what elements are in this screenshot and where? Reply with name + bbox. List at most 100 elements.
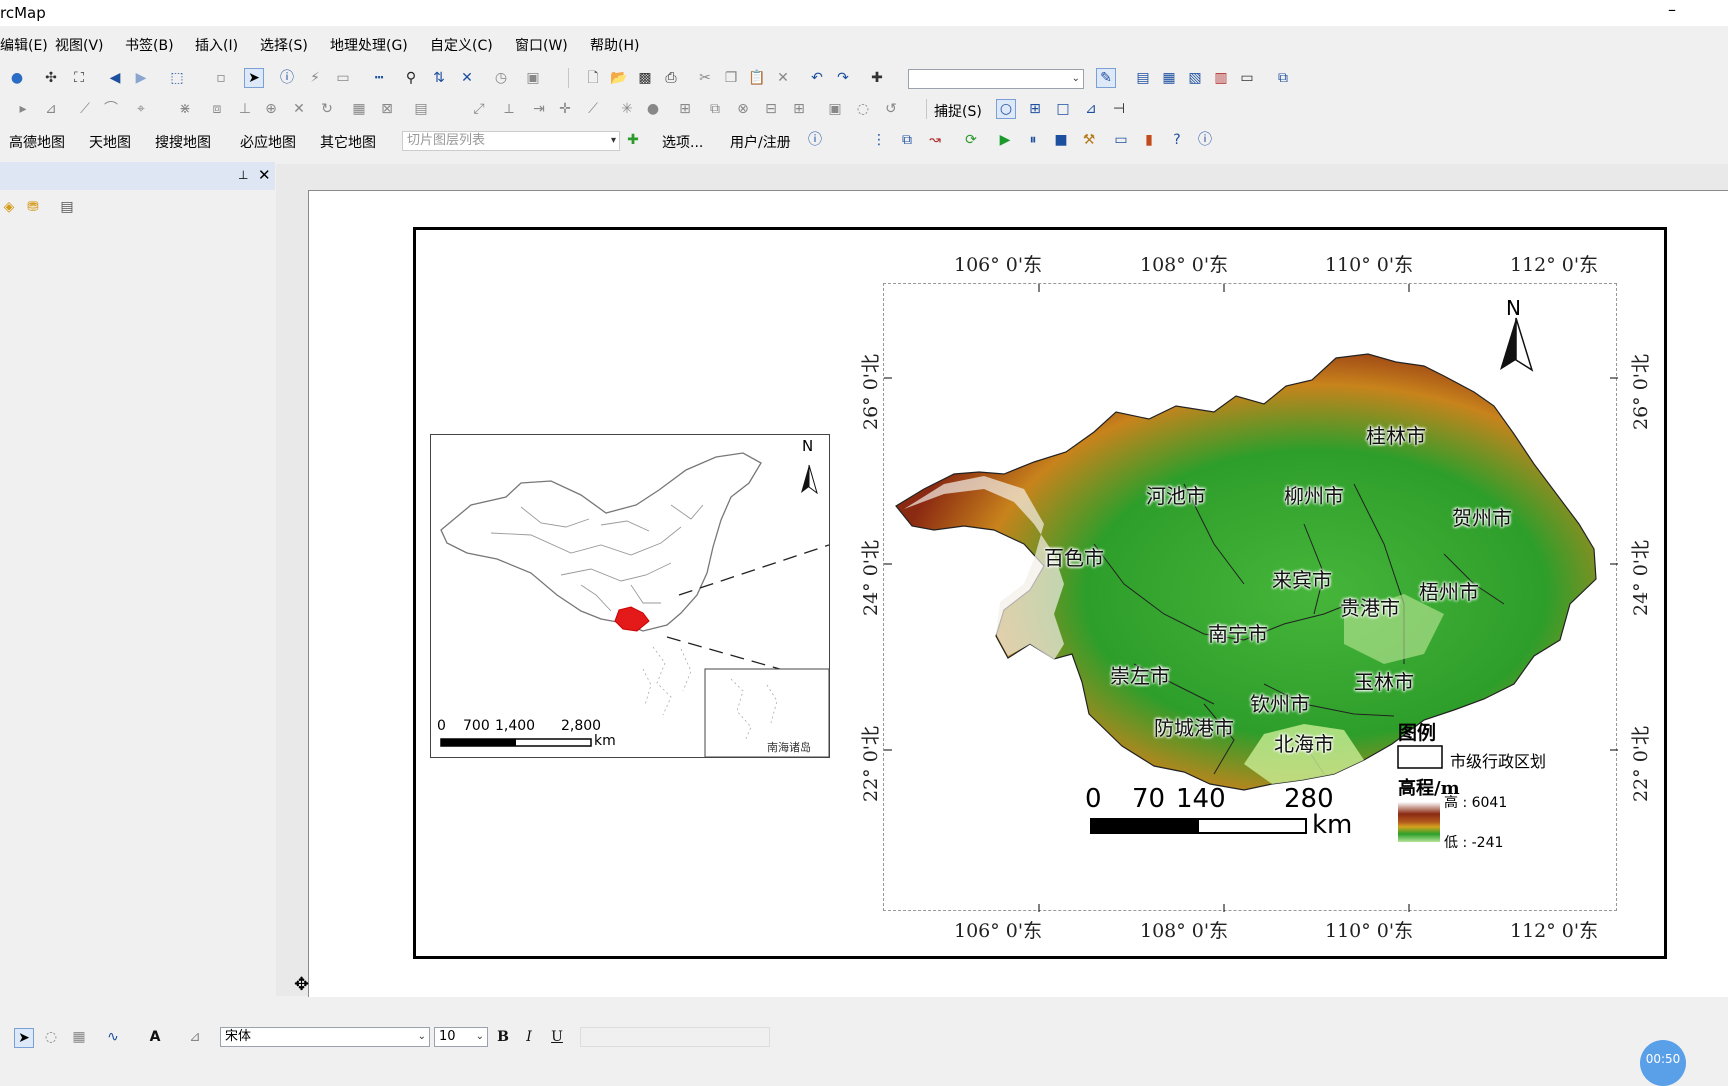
select-elements-icon[interactable]: ➤ <box>244 68 264 88</box>
undo-icon[interactable]: ↶ <box>808 69 826 87</box>
main-map-frame[interactable]: N 桂林市 河池市 柳州市 贺州市 百色市 来宾市 梧州市 贵港市 南宁市 崇左… <box>883 283 1618 912</box>
full-extent-icon[interactable]: ✣ <box>42 69 60 87</box>
menu-geoprocessing[interactable]: 地理处理(G) <box>330 35 408 55</box>
split-line-icon[interactable]: ✕ <box>290 100 308 118</box>
toolbox-icon[interactable]: ▥ <box>1212 69 1230 87</box>
straight-segment-icon[interactable]: ⟋ <box>76 100 94 118</box>
font-combo[interactable]: 宋体 ⌄ <box>220 1027 430 1047</box>
trim-icon[interactable]: ✛ <box>556 100 574 118</box>
menu-selection[interactable]: 选择(S) <box>260 35 308 55</box>
new-document-icon[interactable]: 🗋 <box>584 69 602 87</box>
snapping-menu[interactable]: 捕捉(S) <box>934 101 982 121</box>
hyperlink-icon[interactable]: ⚡ <box>306 69 324 87</box>
measure-icon[interactable]: ┅ <box>370 69 388 87</box>
refresh-icon[interactable]: ⟳ <box>962 131 980 149</box>
basemap-soso[interactable]: 搜搜地图 <box>155 132 211 152</box>
scale-combo[interactable]: ⌄ <box>908 69 1084 89</box>
edit-tool-icon[interactable]: ▸ <box>14 100 32 118</box>
snap-options-icon[interactable]: ⊣ <box>1110 100 1128 118</box>
buffer-icon[interactable]: ⊞ <box>676 100 694 118</box>
delete-icon[interactable]: ✕ <box>774 69 792 87</box>
construct-icon[interactable]: ⊞ <box>790 100 808 118</box>
menu-help[interactable]: 帮助(H) <box>590 35 639 55</box>
list-by-source-icon[interactable]: ⛃ <box>24 198 42 216</box>
create-features-icon[interactable]: ▤ <box>412 100 430 118</box>
sketch-properties-icon[interactable]: ⊠ <box>378 100 396 118</box>
extend-icon[interactable]: ⇥ <box>530 100 548 118</box>
route-icon[interactable]: ⇅ <box>430 69 448 87</box>
map-layout-frame[interactable]: N 0 700 1,400 2,800 km 南海诸岛 N 桂林市 河池市 柳州… <box>413 227 1667 959</box>
topology-icon[interactable]: ⋇ <box>176 100 194 118</box>
options-button[interactable]: 选项... <box>662 132 703 152</box>
fixed-zoom-icon[interactable]: ⛶ <box>70 69 88 87</box>
toc-window-icon[interactable]: ▤ <box>1134 69 1152 87</box>
select-features-icon[interactable]: ⬚ <box>168 69 186 87</box>
edit-vertices-icon[interactable]: ⊿ <box>186 1028 204 1046</box>
cut-polygon-icon[interactable]: ⊕ <box>262 100 280 118</box>
edge-snap-icon[interactable]: ⊿ <box>1082 100 1100 118</box>
underline-button[interactable]: U <box>548 1028 566 1046</box>
rotate-icon[interactable]: ↻ <box>318 100 336 118</box>
chart-icon[interactable]: ▮ <box>1140 131 1158 149</box>
forward-arrow-icon[interactable]: ▶ <box>132 69 150 87</box>
message-icon[interactable]: ▭ <box>1112 131 1130 149</box>
globe-icon[interactable]: ● <box>8 69 26 87</box>
menu-view[interactable]: 视图(V) <box>55 35 104 55</box>
help-icon[interactable]: ? <box>1168 131 1186 149</box>
split-icon[interactable]: ⊥ <box>236 100 254 118</box>
identify-icon[interactable]: ⓘ <box>278 69 296 87</box>
copy-parallel-icon[interactable]: ▣ <box>826 100 844 118</box>
list-by-drawing-order-icon[interactable]: ◈ <box>0 198 18 216</box>
arc-segment-icon[interactable]: ⌒ <box>102 100 120 118</box>
select-elements-draw-icon[interactable]: ➤ <box>14 1028 34 1048</box>
menu-bookmarks[interactable]: 书签(B) <box>125 35 174 55</box>
basemap-other[interactable]: 其它地图 <box>320 132 376 152</box>
time-slider-icon[interactable]: ◷ <box>492 69 510 87</box>
intersect-icon[interactable]: ⟋ <box>584 100 602 118</box>
explode-icon[interactable]: ◌ <box>854 100 872 118</box>
merge-icon[interactable]: ⧉ <box>706 100 724 118</box>
union-icon[interactable]: ⊗ <box>734 100 752 118</box>
catalog-icon[interactable]: ▦ <box>1160 69 1178 87</box>
italic-button[interactable]: I <box>520 1028 538 1046</box>
info-icon[interactable]: ⓘ <box>806 131 824 149</box>
rotate-element-icon[interactable]: ◌ <box>42 1028 60 1046</box>
point-snap-icon[interactable]: ○ <box>996 99 1016 119</box>
menu-insert[interactable]: 插入(I) <box>195 35 238 55</box>
reshape-icon[interactable]: ⧈ <box>208 100 226 118</box>
paste-icon[interactable]: 📋 <box>748 69 766 87</box>
goto-xy-icon[interactable]: ✕ <box>458 69 476 87</box>
print-icon[interactable]: ⎙ <box>662 69 680 87</box>
basemap-bing[interactable]: 必应地图 <box>240 132 296 152</box>
draw-line-icon[interactable]: ∿ <box>104 1028 122 1046</box>
circle-icon[interactable]: ● <box>644 100 662 118</box>
attributes-icon[interactable]: ▦ <box>350 100 368 118</box>
vertex-snap-icon[interactable]: □ <box>1054 100 1072 118</box>
user-register-button[interactable]: 用户/注册 <box>730 132 791 152</box>
generalize-icon[interactable]: ✳ <box>618 100 636 118</box>
add-data-icon[interactable]: ✚ <box>868 69 886 87</box>
text-tool-icon[interactable]: A <box>146 1028 164 1046</box>
close-icon[interactable]: ✕ <box>258 166 271 184</box>
basemap-gaode[interactable]: 高德地图 <box>9 132 65 152</box>
align-icon[interactable]: ⟂ <box>500 100 518 118</box>
clip-icon[interactable]: ⊟ <box>762 100 780 118</box>
menu-edit[interactable]: 编辑(E) <box>0 35 48 55</box>
clear-selection-icon[interactable]: ▫ <box>212 69 230 87</box>
add-tile-icon[interactable]: ✚ <box>624 131 642 149</box>
point-tool-icon[interactable]: ⌖ <box>132 100 150 118</box>
play-icon[interactable]: ▶ <box>996 131 1014 149</box>
cut-icon[interactable]: ✂ <box>696 69 714 87</box>
end-snap-icon[interactable]: ⊞ <box>1026 100 1044 118</box>
basemap-tianditu[interactable]: 天地图 <box>89 132 131 152</box>
python-window-icon[interactable]: ▭ <box>1238 69 1256 87</box>
save-icon[interactable]: ▩ <box>636 69 654 87</box>
viewer-icon[interactable]: ▣ <box>524 69 542 87</box>
inset-map-frame[interactable]: N 0 700 1,400 2,800 km 南海诸岛 <box>430 434 830 758</box>
tile-layer-combo[interactable]: 切片图层列表 ▾ <box>402 131 620 151</box>
route-line-icon[interactable]: ↝ <box>926 131 944 149</box>
options-list-icon[interactable]: ▤ <box>58 198 76 216</box>
pin-icon[interactable]: ⊥ <box>238 168 248 182</box>
editor-icon[interactable]: ✎ <box>1096 68 1116 88</box>
html-popup-icon[interactable]: ▭ <box>334 69 352 87</box>
